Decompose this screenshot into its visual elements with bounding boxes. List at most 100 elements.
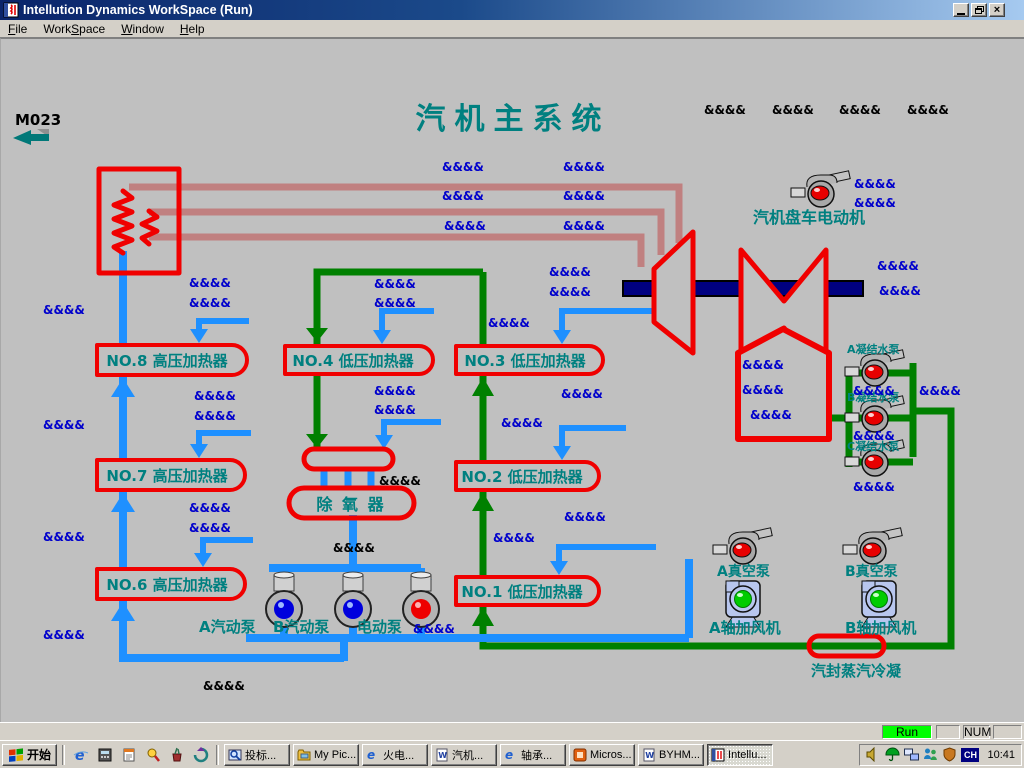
svg-text:&&&&: &&&& — [43, 530, 85, 544]
restore-icon — [975, 8, 982, 14]
flow-arrow-down — [306, 328, 328, 342]
network-icon[interactable] — [904, 747, 919, 762]
heater-no1-label: NO.1 低压加热器 — [461, 583, 583, 601]
svg-text:&&&&: &&&& — [493, 531, 535, 545]
svg-text:&&&&: &&&& — [194, 409, 236, 423]
menu-bar: File WorkSpace Window Help — [0, 20, 1024, 38]
shaft-fan-a-label: A轴加风机 — [709, 619, 781, 637]
task-button-toubiao[interactable]: 投标... — [224, 744, 290, 766]
vacuum-pump-a-icon — [713, 528, 772, 564]
feed-pump-a-label: A汽动泵 — [199, 618, 256, 636]
close-icon: × — [994, 5, 1000, 15]
quicklaunch-search-icon[interactable] — [142, 744, 163, 765]
task-button-intellution-active[interactable]: Intellu... — [707, 744, 773, 766]
svg-text:&&&&: &&&& — [704, 103, 746, 117]
workspace-app-icon[interactable] — [3, 2, 19, 18]
feed-pump-electric — [403, 572, 439, 627]
tray-app-icon[interactable] — [942, 747, 957, 762]
vacuum-pump-b-icon — [843, 528, 902, 564]
quicklaunch-notes-icon[interactable] — [118, 744, 139, 765]
svg-text:&&&&: &&&& — [563, 160, 605, 174]
word-doc-icon: W — [435, 748, 449, 762]
svg-text:&&&&: &&&& — [379, 474, 421, 488]
minimize-button[interactable] — [953, 3, 969, 17]
svg-text:&&&&: &&&& — [43, 418, 85, 432]
task-button-micros[interactable]: Micros... — [569, 744, 635, 766]
svg-text:&&&&: &&&& — [374, 296, 416, 310]
turbine-main-system-diagram: M023 汽机主系统 — [1, 39, 1024, 722]
flow-arrow-up — [472, 492, 494, 511]
svg-text:&&&&: &&&& — [561, 387, 603, 401]
picture-tag: M023 — [15, 111, 61, 129]
scada-picture-canvas: M023 汽机主系统 — [0, 38, 1024, 722]
heater-coil — [114, 191, 132, 253]
svg-text:&&&&: &&&& — [43, 303, 85, 317]
taskbar-separator — [216, 745, 219, 765]
taskbar-separator — [62, 745, 65, 765]
restore-button[interactable] — [971, 3, 987, 17]
menu-file[interactable]: File — [0, 21, 35, 37]
task-button-byhm[interactable]: W BYHM... — [638, 744, 704, 766]
folder-icon — [297, 748, 311, 762]
svg-text:&&&&: &&&& — [742, 358, 784, 372]
numlock-indicator: NUM — [963, 725, 990, 739]
umbrella-icon[interactable] — [885, 747, 900, 762]
svg-text:&&&&: &&&& — [907, 103, 949, 117]
svg-text:&&&&: &&&& — [742, 383, 784, 397]
window-title: Intellution Dynamics WorkSpace (Run) — [23, 3, 953, 17]
start-label: 开始 — [27, 746, 51, 763]
flow-arrow-up — [472, 377, 494, 396]
menu-help[interactable]: Help — [172, 21, 213, 37]
heater-no6-label: NO.6 高压加热器 — [106, 576, 228, 594]
svg-text:&&&&: &&&& — [374, 403, 416, 417]
heater-no4-label: NO.4 低压加热器 — [292, 352, 414, 370]
language-indicator[interactable]: CH — [961, 748, 979, 762]
svg-text:e: e — [367, 748, 375, 762]
svg-text:e: e — [75, 748, 85, 763]
run-mode-indicator: Run — [882, 725, 932, 739]
menu-window[interactable]: Window — [113, 21, 172, 37]
feed-pump-electric-label: 电动泵 — [357, 618, 402, 636]
heater-no8-label: NO.8 高压加热器 — [106, 352, 228, 370]
svg-text:&&&&: &&&& — [194, 389, 236, 403]
svg-text:&&&&: &&&& — [563, 189, 605, 203]
task-button-zhoucheng[interactable]: e 轴承... — [500, 744, 566, 766]
search-folder-icon — [228, 748, 242, 762]
deaerator-label: 除 氧 器 — [316, 495, 385, 514]
svg-text:W: W — [645, 751, 654, 760]
svg-text:&&&&: &&&& — [189, 501, 231, 515]
close-button[interactable]: × — [989, 3, 1005, 17]
deaerator-head-tank — [304, 449, 393, 469]
svg-text:&&&&: &&&& — [877, 259, 919, 273]
flow-arrow-down — [306, 434, 328, 448]
svg-text:&&&&: &&&& — [772, 103, 814, 117]
svg-text:&&&&: &&&& — [839, 103, 881, 117]
flow-arrow-up — [111, 493, 135, 512]
svg-text:&&&&: &&&& — [374, 384, 416, 398]
task-button-mypic[interactable]: My Pic... — [293, 744, 359, 766]
svg-text:&&&&: &&&& — [879, 284, 921, 298]
svg-text:&&&&: &&&& — [750, 408, 792, 422]
start-button[interactable]: 开始 — [2, 744, 57, 766]
task-button-huodian[interactable]: e 火电... — [362, 744, 428, 766]
task-button-qiji[interactable]: W 汽机... — [431, 744, 497, 766]
quicklaunch-media-icon[interactable] — [190, 744, 211, 765]
vacuum-pump-b-label: B真空泵 — [845, 563, 898, 580]
svg-text:&&&&: &&&& — [488, 316, 530, 330]
flow-arrow-up — [111, 378, 135, 397]
status-cell-empty — [936, 725, 960, 739]
menu-workspace[interactable]: WorkSpace — [35, 21, 113, 37]
clock[interactable]: 10:41 — [983, 749, 1015, 761]
svg-text:&&&&: &&&& — [413, 622, 455, 636]
quicklaunch-calculator-icon[interactable] — [94, 744, 115, 765]
quicklaunch-ie-icon[interactable]: e — [70, 744, 91, 765]
flow-arrow-up — [472, 607, 494, 626]
volume-icon[interactable] — [866, 747, 881, 762]
taskbar: 开始 e 投标... My Pic... e 火电... W 汽机... e 轴… — [0, 740, 1024, 768]
svg-text:&&&&: &&&& — [853, 429, 895, 443]
heater-no3-label: NO.3 低压加热器 — [464, 352, 586, 370]
svg-text:e: e — [505, 748, 513, 762]
svg-text:&&&&: &&&& — [854, 196, 896, 210]
users-icon[interactable] — [923, 747, 938, 762]
quicklaunch-brush-cup-icon[interactable] — [166, 744, 187, 765]
